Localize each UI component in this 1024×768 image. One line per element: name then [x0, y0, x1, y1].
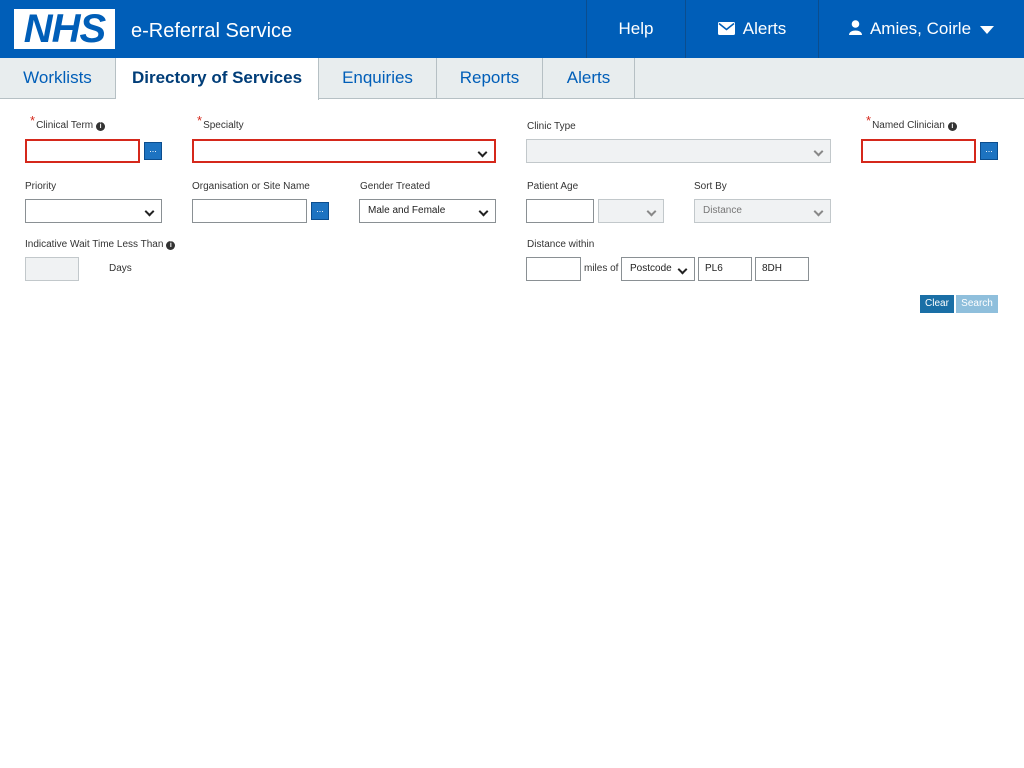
patient-age-input[interactable] — [526, 199, 594, 223]
specialty-select[interactable] — [192, 139, 496, 163]
priority-label: Priority — [25, 181, 57, 192]
clinical-term-label: *Clinical Term i — [30, 114, 106, 132]
sort-by-select[interactable]: Distance — [694, 199, 831, 223]
organisation-label: Organisation or Site Name — [192, 181, 310, 192]
search-button[interactable]: Search — [956, 295, 998, 313]
postcode-part2-input[interactable]: 8DH — [755, 257, 809, 281]
gender-treated-select[interactable]: Male and Female — [359, 199, 496, 223]
postcode-part1-input[interactable]: PL6 — [698, 257, 752, 281]
info-icon[interactable]: i — [96, 122, 106, 131]
chevron-down-icon — [478, 206, 489, 217]
chevron-down-icon — [980, 25, 995, 34]
sort-by-label: Sort By — [694, 181, 727, 192]
alerts-label: Alerts — [742, 19, 787, 38]
organisation-lookup-button[interactable]: ... — [311, 202, 329, 220]
gender-treated-label: Gender Treated — [360, 181, 431, 192]
tab-reports[interactable]: Reports — [437, 58, 543, 99]
wait-time-input[interactable] — [25, 257, 79, 281]
chevron-down-icon — [813, 146, 824, 157]
patient-age-label: Patient Age — [527, 181, 579, 192]
required-asterisk: * — [866, 113, 872, 128]
help-label: Help — [618, 19, 654, 38]
nhs-logo[interactable]: NHS — [14, 9, 115, 49]
nhs-logo-text: NHS — [23, 7, 106, 51]
chevron-down-icon — [144, 206, 155, 217]
chevron-down-icon — [477, 147, 488, 158]
chevron-down-icon — [813, 206, 824, 217]
tab-enquiries[interactable]: Enquiries — [319, 58, 437, 99]
info-icon[interactable]: i — [947, 122, 957, 131]
named-clinician-label: *Named Clinician i — [866, 114, 957, 132]
chevron-down-icon — [646, 206, 657, 217]
app-title: e-Referral Service — [131, 20, 293, 42]
main-tabs: Worklists Directory of Services Enquirie… — [0, 58, 1024, 100]
miles-of-label: miles of — [584, 263, 619, 274]
distance-label: Distance within — [527, 239, 595, 250]
priority-select[interactable] — [25, 199, 162, 223]
alerts-link[interactable]: Alerts — [685, 0, 818, 58]
clinic-type-select[interactable] — [526, 139, 831, 163]
info-icon[interactable]: i — [166, 241, 176, 250]
tab-worklists[interactable]: Worklists — [0, 58, 116, 99]
top-header: NHS e-Referral Service Help Alerts Amies… — [0, 0, 1024, 58]
help-link[interactable]: Help — [586, 0, 685, 58]
location-type-select[interactable]: Postcode — [621, 257, 695, 281]
required-asterisk: * — [30, 113, 36, 128]
distance-input[interactable] — [526, 257, 581, 281]
chevron-down-icon — [677, 264, 688, 275]
tab-alerts[interactable]: Alerts — [543, 58, 635, 99]
patient-age-unit-select[interactable] — [598, 199, 664, 223]
envelope-icon — [717, 1, 735, 59]
specialty-label: *Specialty — [197, 113, 244, 131]
user-icon — [848, 1, 862, 59]
user-name: Amies, Coirle — [869, 19, 972, 38]
required-asterisk: * — [197, 113, 203, 128]
organisation-input[interactable] — [192, 199, 307, 223]
wait-time-unit: Days — [109, 263, 132, 274]
wait-time-label: Indicative Wait Time Less Than i — [25, 239, 176, 251]
user-menu[interactable]: Amies, Coirle — [818, 0, 1024, 58]
named-clinician-lookup-button[interactable]: ... — [980, 142, 998, 160]
clinical-term-lookup-button[interactable]: ... — [144, 142, 162, 160]
named-clinician-input[interactable] — [861, 139, 976, 163]
tab-directory-of-services[interactable]: Directory of Services — [116, 58, 319, 100]
clinical-term-input[interactable] — [25, 139, 140, 163]
clinic-type-label: Clinic Type — [527, 121, 576, 132]
clear-button[interactable]: Clear — [920, 295, 954, 313]
